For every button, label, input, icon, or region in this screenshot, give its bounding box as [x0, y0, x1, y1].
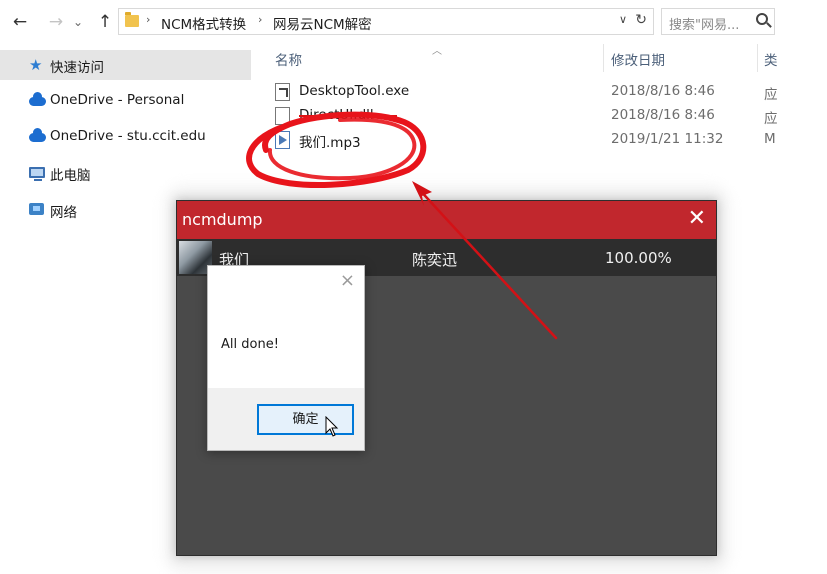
folder-icon [125, 12, 139, 27]
file-date: 2018/8/16 8:46 [611, 83, 715, 99]
column-divider[interactable] [603, 44, 604, 72]
dialog-footer: 确定 [208, 388, 364, 450]
column-header-date[interactable]: 修改日期 [611, 49, 665, 69]
search-placeholder: 搜索"网易... [669, 18, 740, 33]
close-icon[interactable]: × [340, 270, 355, 291]
column-header-name[interactable]: 名称 [275, 49, 302, 69]
search-icon[interactable] [756, 13, 768, 25]
file-date: 2018/8/16 8:46 [611, 107, 715, 123]
star-icon: ★ [29, 56, 43, 74]
breadcrumb-item[interactable]: NCM格式转换 [161, 13, 246, 33]
column-divider[interactable] [757, 44, 758, 72]
mouse-pointer-icon [325, 416, 339, 437]
file-row[interactable]: DirectUI.dll 2018/8/16 8:46 应 [266, 104, 827, 128]
sidebar-item-label: OneDrive - Personal [50, 92, 185, 108]
address-dropdown-icon[interactable]: ∨ [619, 13, 627, 26]
track-artist: 陈奕迅 [412, 251, 458, 269]
file-row[interactable]: DesktopTool.exe 2018/8/16 8:46 应 [266, 80, 827, 104]
back-button[interactable]: ← [8, 10, 32, 34]
file-date: 2019/1/21 11:32 [611, 131, 724, 147]
window-title: ncmdump [182, 210, 263, 229]
ncmdump-titlebar[interactable]: ncmdump ✕ [177, 201, 716, 239]
sidebar-item-this-pc[interactable]: 此电脑 [0, 158, 251, 188]
file-name: 我们.mp3 [299, 135, 361, 151]
up-arrow-icon: ↑ [97, 12, 113, 32]
cloud-icon [29, 128, 46, 142]
address-bar[interactable]: › NCM格式转换 › 网易云NCM解密 ∨ ↻ [118, 8, 654, 35]
sidebar-item-onedrive-school[interactable]: OneDrive - stu.ccit.edu [0, 122, 251, 152]
back-arrow-icon: ← [12, 12, 28, 32]
explorer-toolbar: ← → ⌄ ↑ › NCM格式转换 › 网易云NCM解密 ∨ ↻ 搜索"网易..… [0, 0, 827, 44]
sidebar-item-label: 快速访问 [50, 60, 104, 76]
sort-ascending-icon: ︿ [432, 46, 442, 57]
forward-button[interactable]: → [44, 10, 68, 34]
track-progress: 100.00% [605, 249, 672, 267]
chevron-down-icon: ⌄ [72, 15, 84, 29]
forward-arrow-icon: → [48, 12, 64, 32]
breadcrumb-separator-icon: › [146, 13, 151, 26]
file-type: 应 [764, 111, 778, 127]
message-dialog: × All done! 确定 [207, 265, 365, 451]
recent-locations-button[interactable]: ⌄ [70, 10, 86, 34]
dll-icon [275, 107, 290, 125]
annotation-stroke [299, 115, 397, 117]
exe-icon [275, 83, 290, 101]
refresh-icon[interactable]: ↻ [635, 12, 647, 28]
ok-button[interactable]: 确定 [257, 404, 354, 435]
sidebar-item-label: 网络 [50, 205, 77, 221]
sidebar-item-onedrive-personal[interactable]: OneDrive - Personal [0, 86, 251, 116]
file-type: M [764, 131, 776, 147]
search-box[interactable]: 搜索"网易... [661, 8, 775, 35]
file-name: DesktopTool.exe [299, 83, 410, 99]
file-type: 应 [764, 87, 778, 103]
screen: ← → ⌄ ↑ › NCM格式转换 › 网易云NCM解密 ∨ ↻ 搜索"网易..… [0, 0, 827, 574]
computer-icon [29, 167, 45, 181]
sidebar-item-label: OneDrive - stu.ccit.edu [50, 128, 206, 144]
breadcrumb-separator-icon: › [258, 13, 263, 26]
network-icon [29, 203, 44, 215]
mp3-icon [275, 131, 290, 149]
dialog-message: All done! [221, 337, 279, 352]
file-row[interactable]: 我们.mp3 2019/1/21 11:32 M [266, 128, 827, 152]
sidebar-item-label: 此电脑 [50, 168, 91, 184]
breadcrumb-item[interactable]: 网易云NCM解密 [273, 13, 372, 33]
up-button[interactable]: ↑ [93, 10, 117, 34]
close-icon[interactable]: ✕ [688, 206, 706, 232]
cloud-icon [29, 92, 46, 106]
column-header-type[interactable]: 类 [764, 49, 778, 69]
sidebar-item-quick-access[interactable]: ★ 快速访问 [0, 50, 251, 80]
